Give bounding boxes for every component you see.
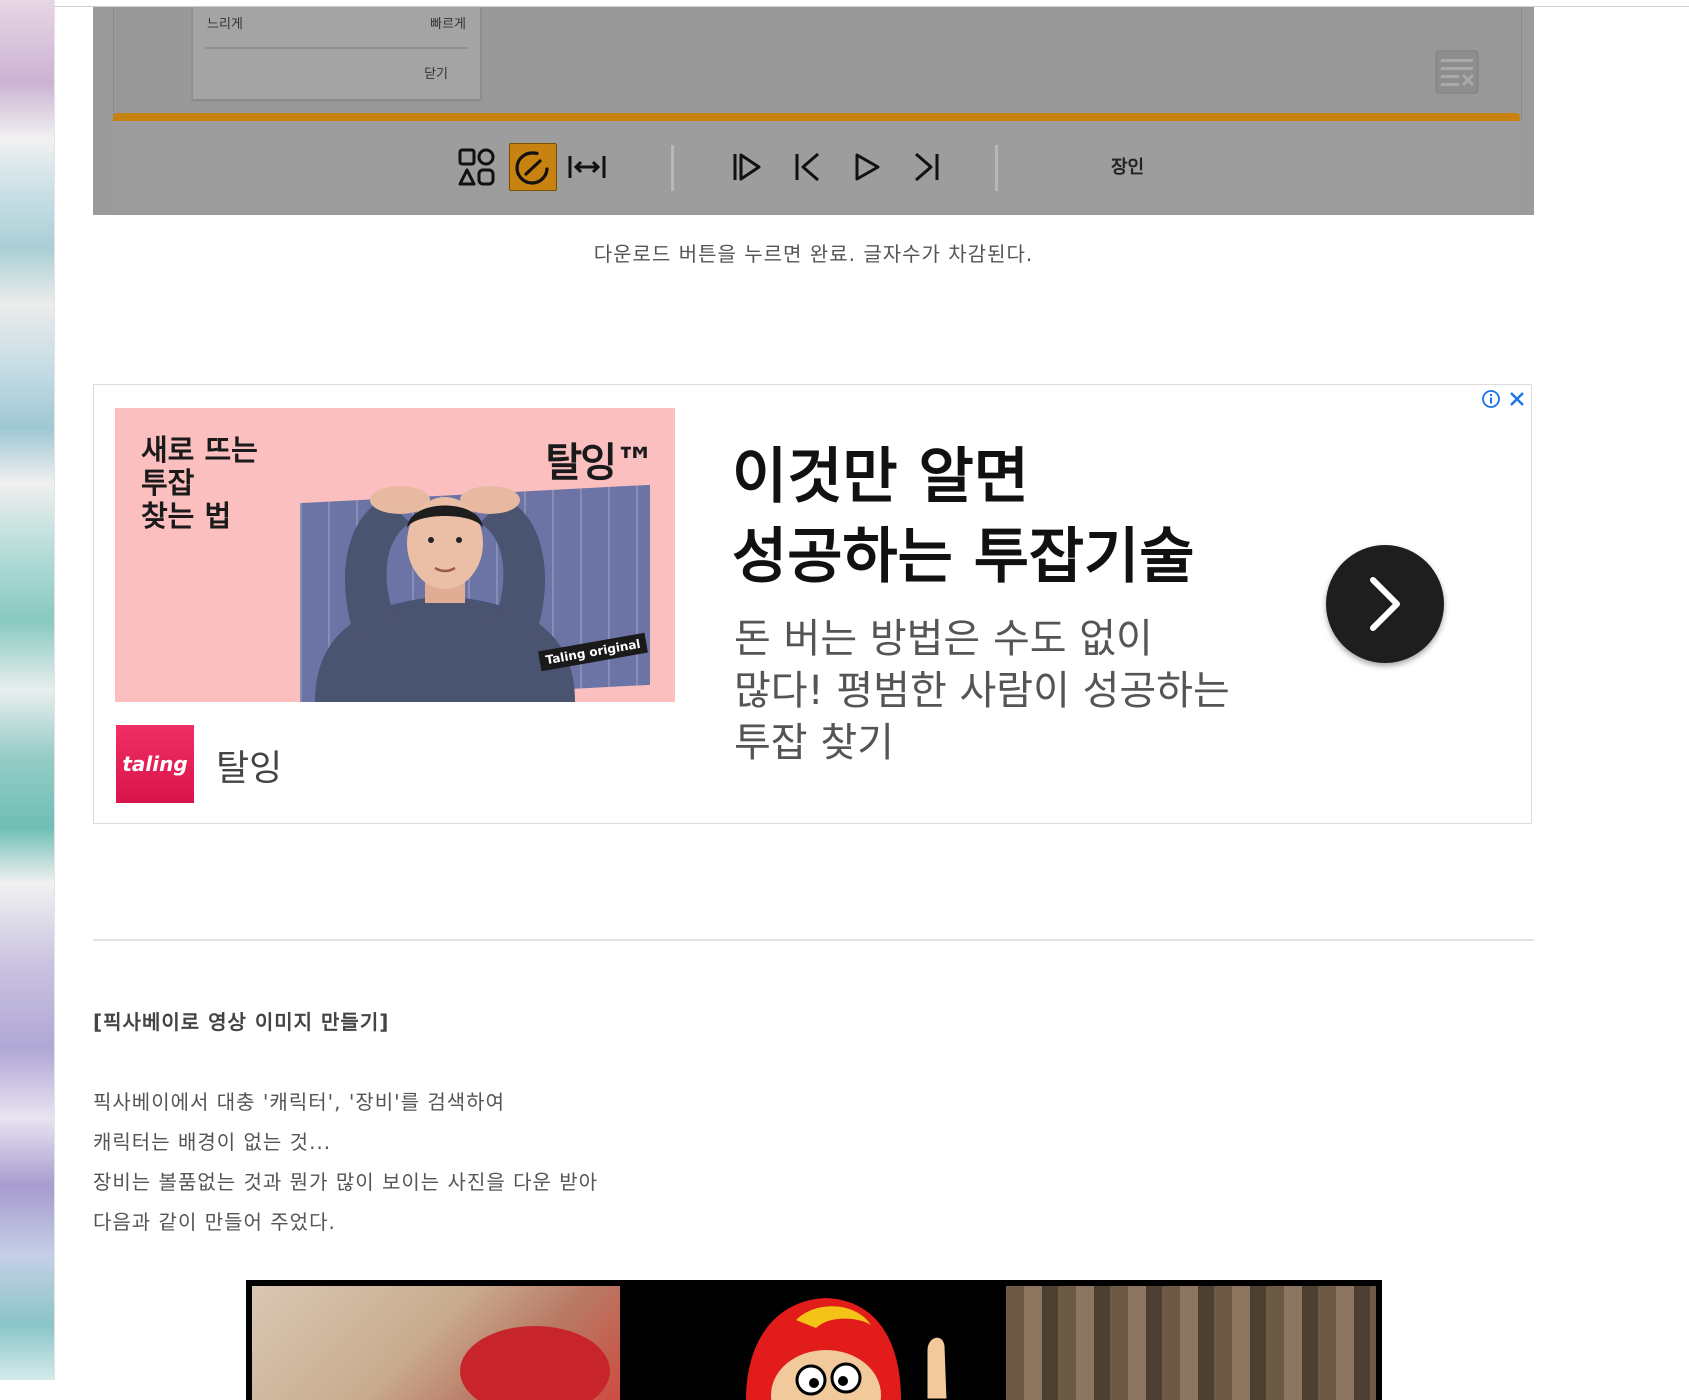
grid-button[interactable] <box>453 143 501 191</box>
speed-menu-close-button[interactable]: 닫기 <box>424 63 448 82</box>
player-control-bar: 장인 <box>113 113 1520 209</box>
next-icon <box>915 152 939 182</box>
ad-banner[interactable]: 새로 뜨는 투잡 찾는 법 탈잉™ Taling original taling… <box>93 384 1532 824</box>
ad-open-button[interactable] <box>1326 545 1444 663</box>
skip-start-icon <box>733 153 761 181</box>
composite-image <box>246 1280 1382 1400</box>
ad-brand-name[interactable]: 탈잉 <box>216 739 282 791</box>
ad-close-icon[interactable] <box>1507 389 1527 409</box>
play-button[interactable] <box>843 143 891 191</box>
section-title: [픽사베이로 영상 이미지 만들기] <box>93 1010 390 1034</box>
section-divider <box>93 939 1534 941</box>
next-button[interactable] <box>903 143 951 191</box>
speedometer-icon <box>515 151 550 185</box>
speed-fast-label[interactable]: 빠르게 <box>430 13 466 32</box>
taling-logo[interactable]: taling <box>116 725 194 803</box>
player-screenshot: 느리게 빠르게 닫기 장인 <box>93 7 1534 215</box>
control-divider <box>995 145 998 191</box>
chevron-right-icon <box>1370 577 1400 631</box>
skip-start-button[interactable] <box>723 143 771 191</box>
cartoon-character-icon <box>746 1298 950 1400</box>
equipment-photo-right <box>1006 1286 1376 1400</box>
ad-info-icon[interactable] <box>1481 389 1501 409</box>
list-close-icon[interactable] <box>1435 50 1479 94</box>
previous-button[interactable] <box>783 143 831 191</box>
decorative-side-strip <box>0 0 55 1380</box>
speed-button[interactable] <box>509 143 557 191</box>
speed-slider-track[interactable] <box>205 47 468 49</box>
width-arrows-icon <box>568 156 606 178</box>
speed-slow-label[interactable]: 느리게 <box>207 13 243 32</box>
grid-shapes-icon <box>458 148 495 186</box>
ad-image[interactable]: 새로 뜨는 투잡 찾는 법 탈잉™ Taling original <box>115 408 675 702</box>
player-area: 느리게 빠르게 닫기 <box>113 7 1522 119</box>
speed-menu: 느리게 빠르게 닫기 <box>192 7 481 100</box>
red-object <box>460 1326 610 1400</box>
taling-logo-text: taling <box>122 752 188 776</box>
ad-title[interactable]: 이것만 알면 성공하는 투잡기술 <box>732 437 1195 597</box>
paragraph-line: 다음과 같이 만들어 주었다. <box>93 1210 336 1234</box>
paragraph-line: 캐릭터는 배경이 없는 것... <box>93 1130 332 1154</box>
voice-master-label[interactable]: 장인 <box>1111 153 1144 179</box>
ad-image-headline: 새로 뜨는 투잡 찾는 법 <box>141 433 258 533</box>
image-caption: 다운로드 버튼을 누르면 완료. 글자수가 차감된다. <box>593 242 1034 266</box>
equipment-photo-left <box>252 1286 620 1400</box>
previous-icon <box>795 152 819 182</box>
ad-description[interactable]: 돈 버는 방법은 수도 없이 많다! 평범한 사람이 성공하는 투잡 찾기 <box>734 613 1254 769</box>
paragraph-line: 픽사베이에서 대충 '캐릭터', '장비'를 검색하여 <box>93 1090 505 1114</box>
ad-image-brand: 탈잉™ <box>545 440 655 486</box>
paragraph-line: 장비는 볼품없는 것과 뭔가 많이 보이는 사진을 다운 받아 <box>93 1170 599 1194</box>
control-divider <box>671 145 674 191</box>
width-button[interactable] <box>563 143 611 191</box>
character-cutout <box>626 1280 1006 1400</box>
play-icon <box>855 153 880 181</box>
